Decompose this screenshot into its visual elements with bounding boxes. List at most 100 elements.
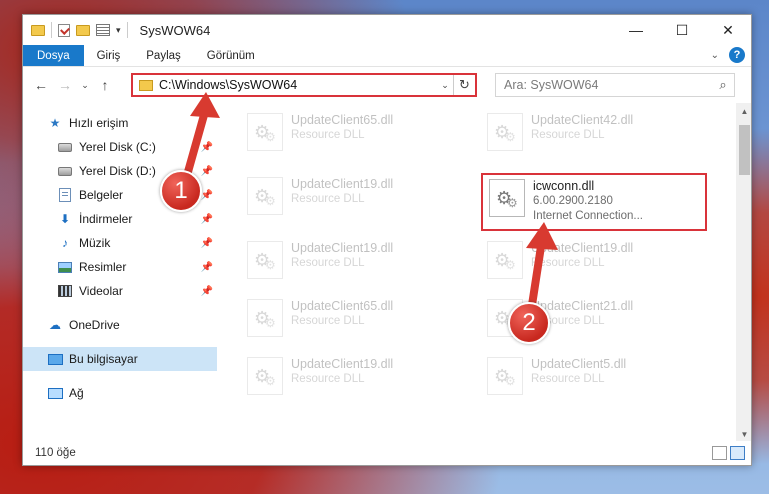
pin-icon[interactable]: 📌: [201, 262, 213, 273]
up-button[interactable]: ↑: [95, 75, 115, 95]
sidebar-item-videos[interactable]: Videolar 📌: [23, 279, 217, 303]
properties-check-icon[interactable]: [58, 23, 70, 37]
callout-badge-2: 2: [508, 302, 550, 344]
tab-file[interactable]: Dosya: [23, 45, 84, 66]
sidebar-item-onedrive[interactable]: ☁ OneDrive: [23, 313, 217, 337]
pin-icon[interactable]: 📌: [201, 286, 213, 297]
file-item[interactable]: UpdateClient19.dll Resource DLL: [241, 237, 467, 293]
dll-file-icon: [487, 113, 523, 151]
sidebar-item-label: Bu bilgisayar: [69, 352, 138, 366]
sidebar-item-label: Ağ: [69, 386, 84, 400]
scroll-up-arrow-icon[interactable]: ▲: [736, 103, 751, 120]
downloads-icon: ⬇: [59, 212, 71, 226]
close-button[interactable]: ✕: [705, 15, 751, 45]
file-item[interactable]: UpdateClient42.dll Resource DLL: [481, 109, 707, 165]
recent-locations-chevron-icon[interactable]: ⌄: [79, 75, 91, 95]
tiles-view-icon[interactable]: [730, 446, 745, 460]
properties-icon[interactable]: [96, 24, 110, 36]
file-type: Resource DLL: [291, 315, 365, 327]
address-dropdown-chevron-icon[interactable]: ⌄: [437, 80, 453, 91]
ribbon-right-controls: ⌄ ?: [711, 47, 745, 63]
sidebar-item-label: Videolar: [79, 284, 123, 298]
file-explorer-window: ▾ SysWOW64 — ☐ ✕ Dosya Giriş Paylaş Görü…: [22, 14, 752, 466]
vertical-scrollbar[interactable]: ▲ ▼: [736, 103, 751, 443]
sidebar-item-quick-access[interactable]: ★ Hızlı erişim: [23, 111, 217, 135]
highlighted-file-item[interactable]: icwconn.dll 6.00.2900.2180 Internet Conn…: [481, 173, 707, 231]
minimize-button[interactable]: —: [613, 15, 659, 45]
dll-file-icon: [247, 241, 283, 279]
ribbon-tabs: Dosya Giriş Paylaş Görünüm ⌄ ?: [23, 45, 751, 67]
videos-icon: [57, 284, 73, 298]
folder-icon[interactable]: [31, 24, 45, 36]
file-name: UpdateClient65.dll: [291, 113, 394, 127]
sidebar-item-pictures[interactable]: Resimler 📌: [23, 255, 217, 279]
file-item[interactable]: UpdateClient19.dll Resource DLL: [481, 237, 707, 293]
address-bar[interactable]: C:\Windows\SysWOW64 ⌄ ↻: [131, 73, 477, 97]
file-type: Resource DLL: [531, 129, 605, 141]
forward-button[interactable]: →: [55, 75, 75, 95]
file-item[interactable]: UpdateClient19.dll Resource DLL: [241, 353, 467, 409]
tab-view[interactable]: Görünüm: [194, 45, 268, 66]
file-name: UpdateClient65.dll: [291, 299, 394, 313]
file-item[interactable]: UpdateClient65.dll Resource DLL: [241, 295, 467, 351]
expand-ribbon-chevron-icon[interactable]: ⌄: [711, 50, 719, 61]
pin-icon[interactable]: 📌: [201, 238, 213, 249]
new-folder-icon[interactable]: [76, 24, 90, 36]
sidebar-item-local-disk-c[interactable]: Yerel Disk (C:) 📌: [23, 135, 217, 159]
sidebar-item-label: OneDrive: [69, 318, 120, 332]
file-item[interactable]: UpdateClient19.dll Resource DLL: [241, 173, 467, 229]
network-icon: [47, 386, 63, 400]
customize-toolbar-chevron-icon[interactable]: ▾: [116, 25, 121, 36]
file-type: Resource DLL: [531, 257, 605, 269]
cloud-icon: ☁: [49, 318, 61, 332]
sidebar-item-this-pc[interactable]: Bu bilgisayar: [23, 347, 217, 371]
search-input[interactable]: [504, 78, 712, 92]
file-name: UpdateClient19.dll: [531, 241, 634, 255]
file-type: Resource DLL: [291, 257, 365, 269]
sidebar-item-label: Yerel Disk (C:): [79, 140, 156, 154]
details-view-icon[interactable]: [712, 446, 727, 460]
file-type: Resource DLL: [291, 193, 365, 205]
window-title: SysWOW64: [139, 22, 211, 38]
sidebar-item-label: Belgeler: [79, 188, 124, 202]
file-version: 6.00.2900.2180: [533, 195, 613, 207]
pin-icon[interactable]: 📌: [201, 190, 213, 201]
star-icon: ★: [49, 116, 61, 130]
dll-file-icon: [487, 241, 523, 279]
tab-home[interactable]: Giriş: [84, 45, 134, 66]
navigation-bar: ← → ⌄ ↑ C:\Windows\SysWOW64 ⌄ ↻ ⌕: [23, 67, 751, 103]
callout-badge-1: 1: [160, 170, 202, 212]
address-path[interactable]: C:\Windows\SysWOW64: [159, 78, 437, 92]
dll-file-icon: [247, 113, 283, 151]
sidebar-item-network[interactable]: Ağ: [23, 381, 217, 405]
tab-share[interactable]: Paylaş: [133, 45, 194, 66]
file-item[interactable]: UpdateClient5.dll Resource DLL: [481, 353, 707, 409]
file-type: Resource DLL: [291, 129, 365, 141]
drive-icon: [57, 140, 73, 154]
title-bar: ▾ SysWOW64 — ☐ ✕: [23, 15, 751, 45]
main-content: ★ Hızlı erişim Yerel Disk (C:) 📌 Yerel D…: [23, 103, 751, 443]
file-name: UpdateClient5.dll: [531, 357, 627, 371]
pin-icon[interactable]: 📌: [201, 142, 213, 153]
search-box[interactable]: ⌕: [495, 73, 735, 97]
help-icon[interactable]: ?: [729, 47, 745, 63]
documents-icon: [57, 188, 73, 202]
file-description: Internet Connection...: [533, 210, 643, 222]
back-button[interactable]: ←: [31, 75, 51, 95]
scroll-thumb[interactable]: [739, 125, 750, 175]
view-switcher: [712, 446, 745, 460]
pin-icon[interactable]: 📌: [201, 166, 213, 177]
item-count: 110 öğe: [35, 447, 76, 459]
search-icon[interactable]: ⌕: [712, 77, 734, 93]
refresh-button[interactable]: ↻: [453, 75, 475, 95]
music-icon: ♪: [62, 236, 68, 250]
file-name: UpdateClient19.dll: [291, 177, 394, 191]
sidebar-item-music[interactable]: ♪ Müzik 📌: [23, 231, 217, 255]
dll-file-icon: [247, 299, 283, 337]
maximize-button[interactable]: ☐: [659, 15, 705, 45]
file-item[interactable]: UpdateClient65.dll Resource DLL: [241, 109, 467, 165]
file-name: icwconn.dll: [533, 179, 595, 193]
pin-icon[interactable]: 📌: [201, 214, 213, 225]
file-name: UpdateClient19.dll: [291, 241, 394, 255]
sidebar-item-label: Hızlı erişim: [69, 116, 129, 130]
